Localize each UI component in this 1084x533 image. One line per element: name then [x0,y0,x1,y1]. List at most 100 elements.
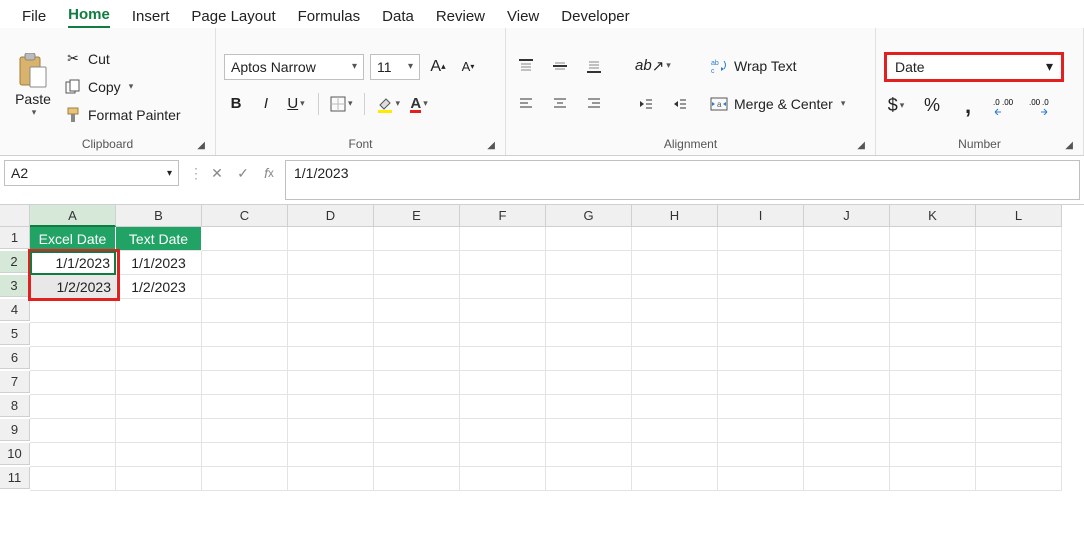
tab-view[interactable]: View [507,8,539,28]
paste-button[interactable]: Paste ▾ [8,51,58,118]
cell[interactable] [30,395,116,419]
merge-center-button[interactable]: a Merge & Center ▾ [710,91,845,117]
font-size-select[interactable]: 11 ▾ [370,54,420,80]
cell[interactable] [546,395,632,419]
cell[interactable] [718,275,804,299]
copy-button[interactable]: Copy ▾ [64,75,181,99]
cell[interactable] [718,299,804,323]
align-top-button[interactable] [514,54,538,78]
cell[interactable] [890,299,976,323]
increase-font-button[interactable]: A▴ [426,55,450,79]
cell[interactable] [288,347,374,371]
row-header[interactable]: 2 [0,251,30,273]
row-header[interactable]: 11 [0,467,30,489]
cell[interactable] [804,371,890,395]
cell[interactable] [632,251,718,275]
cell[interactable] [632,275,718,299]
cell[interactable] [890,395,976,419]
cell[interactable] [288,419,374,443]
italic-button[interactable]: I [254,92,278,116]
cell[interactable] [890,275,976,299]
cell[interactable] [718,251,804,275]
cell[interactable] [288,395,374,419]
fill-color-button[interactable]: ▾ [375,92,402,116]
cell[interactable] [632,467,718,491]
cell[interactable] [976,347,1062,371]
cell[interactable] [116,443,202,467]
tab-formulas[interactable]: Formulas [298,8,361,28]
cell[interactable] [374,467,460,491]
column-header[interactable]: D [288,205,374,227]
cell[interactable] [546,467,632,491]
cell[interactable] [374,299,460,323]
cell[interactable] [374,251,460,275]
increase-decimal-button[interactable]: .0.00 [992,94,1016,118]
cell[interactable] [288,299,374,323]
cell[interactable] [202,299,288,323]
cell[interactable] [804,443,890,467]
cell[interactable] [374,227,460,251]
cell[interactable] [804,467,890,491]
cell[interactable] [546,251,632,275]
cell[interactable] [546,299,632,323]
font-name-select[interactable]: Aptos Narrow ▾ [224,54,364,80]
cell[interactable] [632,419,718,443]
cell[interactable] [976,227,1062,251]
column-header[interactable]: J [804,205,890,227]
cell[interactable] [546,419,632,443]
cell[interactable] [718,371,804,395]
cell[interactable] [460,395,546,419]
cell[interactable] [632,299,718,323]
cell[interactable] [976,275,1062,299]
cell[interactable] [804,251,890,275]
cell[interactable] [632,227,718,251]
cell[interactable] [804,419,890,443]
align-left-button[interactable] [514,92,538,116]
cell[interactable] [890,419,976,443]
cell[interactable]: 1/1/2023 [30,251,116,275]
borders-button[interactable]: ▾ [329,92,354,116]
cell[interactable] [202,371,288,395]
orientation-button[interactable]: ab↗▾ [634,54,672,78]
column-header[interactable]: H [632,205,718,227]
cell[interactable]: Text Date [116,227,202,251]
cell[interactable] [30,467,116,491]
cell[interactable] [202,275,288,299]
cell[interactable] [202,347,288,371]
cell[interactable] [288,371,374,395]
cell[interactable] [890,227,976,251]
cell[interactable] [632,443,718,467]
enter-formula-button[interactable]: ✓ [231,161,255,185]
cell[interactable] [288,275,374,299]
cell[interactable] [890,467,976,491]
cell[interactable] [460,275,546,299]
wrap-text-button[interactable]: abc Wrap Text [710,53,845,79]
cell[interactable] [632,323,718,347]
cell[interactable] [804,347,890,371]
cell[interactable] [718,227,804,251]
underline-button[interactable]: U▾ [284,92,308,116]
cell[interactable] [718,395,804,419]
cell[interactable] [632,371,718,395]
cell[interactable] [976,251,1062,275]
cell[interactable] [460,227,546,251]
font-color-button[interactable]: A ▾ [407,92,431,116]
cell[interactable] [116,371,202,395]
cell[interactable] [30,347,116,371]
cell[interactable] [460,467,546,491]
cell[interactable] [460,371,546,395]
number-format-select[interactable]: Date ▾ [884,52,1064,82]
cell[interactable] [804,299,890,323]
cell[interactable] [116,395,202,419]
column-header[interactable]: G [546,205,632,227]
cell[interactable] [374,395,460,419]
cell[interactable] [804,395,890,419]
cell[interactable] [288,443,374,467]
cell[interactable] [976,371,1062,395]
cell[interactable] [374,347,460,371]
cell[interactable] [202,467,288,491]
cell[interactable] [30,299,116,323]
cell[interactable] [288,251,374,275]
cell[interactable] [116,347,202,371]
cell[interactable] [546,227,632,251]
